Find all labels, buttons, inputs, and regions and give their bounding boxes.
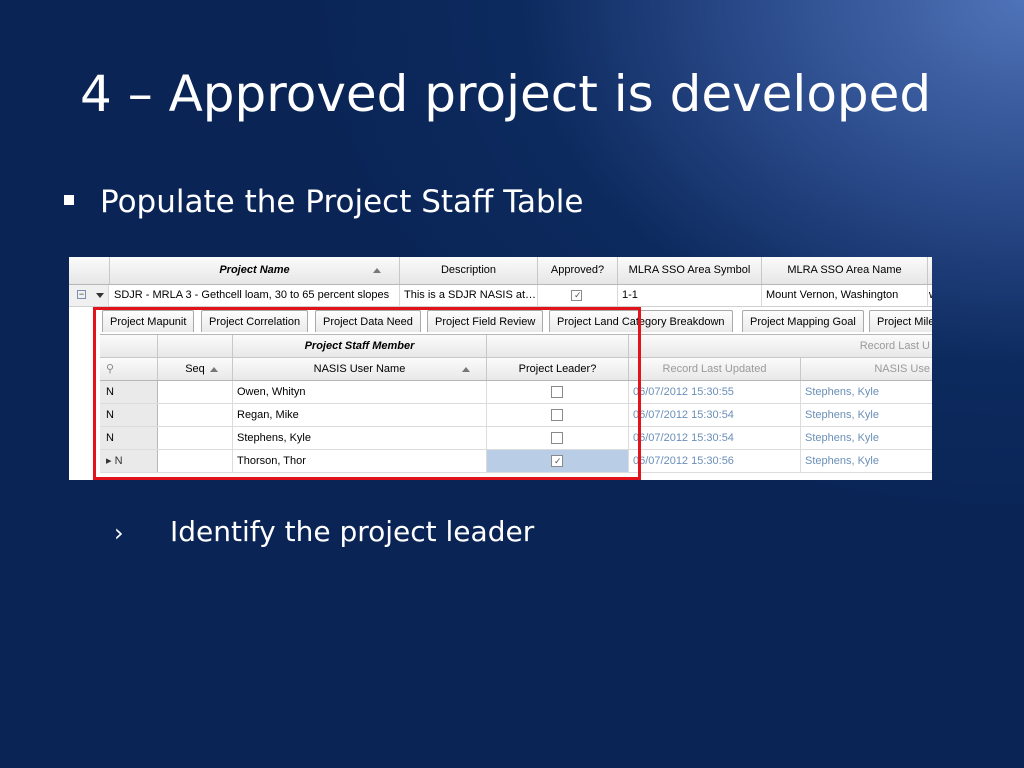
tab-project-mapping-goal[interactable]: Project Mapping Goal bbox=[742, 310, 864, 332]
column-header-approved[interactable]: Approved? bbox=[538, 257, 618, 284]
chevron-right-icon: › bbox=[114, 519, 124, 547]
project-name-cell[interactable]: SDJR - MRLA 3 - Gethcell loam, 30 to 65 … bbox=[110, 285, 400, 306]
record-updated-cell: 06/07/2012 15:30:56 bbox=[629, 450, 801, 472]
updated-by-cell: Stephens, Kyle bbox=[805, 455, 879, 467]
sub-bullet-item: › Identify the project leader bbox=[114, 512, 534, 553]
checkmark-icon: ✓ bbox=[574, 290, 582, 300]
collapse-icon[interactable]: − bbox=[77, 290, 86, 299]
slide-title: 4 – Approved project is developed bbox=[80, 65, 932, 123]
record-updated-cell: 06/07/2012 15:30:55 bbox=[629, 381, 801, 403]
record-updated-cell: 06/07/2012 15:30:54 bbox=[629, 404, 801, 426]
approved-cell[interactable]: ✓ bbox=[538, 285, 618, 306]
updated-by-cell: Stephens, Kyle bbox=[805, 432, 879, 444]
description-cell[interactable]: This is a SDJR NASIS at… bbox=[400, 285, 538, 306]
column-header-description[interactable]: Description bbox=[400, 257, 538, 284]
column-header-record-last-updated[interactable]: Record Last Updated bbox=[629, 358, 801, 380]
sort-ascending-icon bbox=[373, 268, 381, 273]
column-header-nasis-use[interactable]: NASIS Use bbox=[801, 358, 932, 380]
row-selector[interactable]: − bbox=[69, 285, 109, 306]
square-bullet-icon bbox=[64, 194, 74, 205]
bullet-item: Populate the Project Staff Table bbox=[64, 180, 583, 224]
record-updated-cell: 06/07/2012 15:30:54 bbox=[629, 427, 801, 449]
updated-by-cell: Stephens, Kyle bbox=[805, 409, 879, 421]
overflow-cell: w bbox=[928, 285, 932, 306]
column-header-area-symbol[interactable]: MLRA SSO Area Symbol bbox=[618, 257, 762, 284]
tab-project-mile[interactable]: Project Mile bbox=[869, 310, 932, 332]
area-symbol-cell[interactable]: 1-1 bbox=[618, 285, 762, 306]
approved-checkbox[interactable]: ✓ bbox=[571, 290, 582, 301]
area-name-cell[interactable]: Mount Vernon, Washington bbox=[762, 285, 928, 306]
highlight-box bbox=[93, 307, 641, 480]
column-header-area-name[interactable]: MLRA SSO Area Name bbox=[762, 257, 928, 284]
group-header-record: Record Last U bbox=[859, 340, 930, 352]
column-header-project-name[interactable]: Project Name bbox=[110, 257, 400, 284]
bullet-text: Populate the Project Staff Table bbox=[100, 184, 584, 220]
row-header-corner bbox=[69, 257, 110, 284]
project-row[interactable]: − SDJR - MRLA 3 - Gethcell loam, 30 to 6… bbox=[69, 285, 932, 307]
triangle-down-icon bbox=[96, 293, 104, 298]
updated-by-cell: Stephens, Kyle bbox=[805, 386, 879, 398]
project-grid-header: Project Name Description Approved? MLRA … bbox=[69, 257, 932, 285]
sub-bullet-text: Identify the project leader bbox=[170, 515, 535, 548]
